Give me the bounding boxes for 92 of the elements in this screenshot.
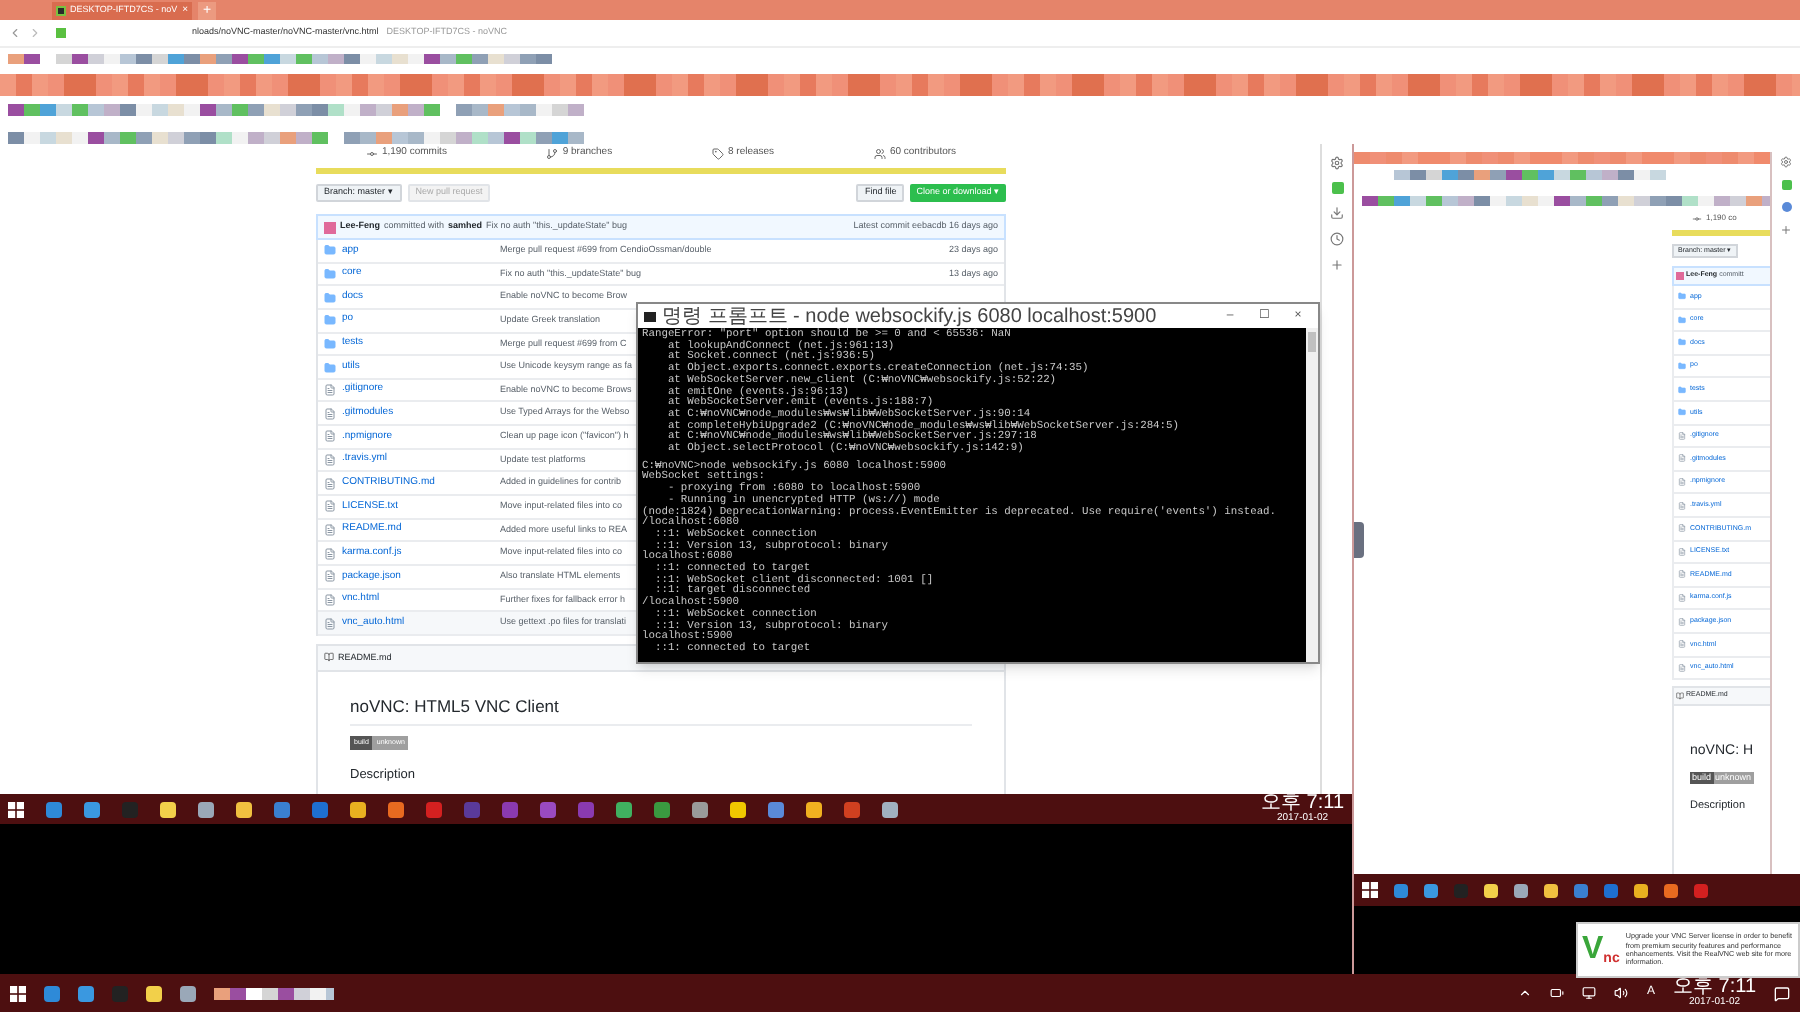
file-icon — [1678, 454, 1686, 463]
branch-icon — [546, 148, 559, 160]
commit-icon — [1692, 213, 1702, 223]
app-icon[interactable] — [46, 801, 62, 817]
window-title: 명령 프롬프트 - node websockify.js 6080 localhost:5900 — [662, 305, 1157, 327]
add-panel-icon[interactable] — [1780, 224, 1792, 236]
app-icon[interactable] — [350, 801, 366, 817]
file-icon — [1678, 617, 1686, 626]
history-icon[interactable] — [1330, 232, 1344, 246]
file-icon — [1678, 640, 1686, 649]
folder-icon — [1678, 292, 1686, 301]
app-icon[interactable] — [84, 801, 100, 817]
app-icon[interactable] — [1634, 883, 1648, 897]
battery-icon[interactable] — [1550, 986, 1565, 1000]
avatar-icon — [324, 221, 336, 233]
commit-icon — [365, 148, 378, 160]
avatar-icon — [1676, 272, 1684, 280]
app-icon[interactable] — [1394, 883, 1408, 897]
file-icon — [1678, 431, 1686, 440]
folder-icon — [1678, 315, 1686, 324]
file-icon — [1678, 663, 1686, 672]
file-icon — [324, 477, 336, 490]
folder-icon — [1678, 408, 1686, 417]
pixelated-taskbar-drawing — [214, 987, 334, 999]
people-icon — [873, 148, 886, 160]
windows-start-icon[interactable] — [1362, 882, 1378, 898]
tag-icon — [711, 148, 724, 160]
file-icon — [324, 384, 336, 397]
app-icon[interactable] — [198, 801, 214, 817]
folder-icon — [324, 291, 336, 304]
panel-handle[interactable] — [1354, 522, 1364, 558]
site-icon — [56, 28, 66, 38]
app-icon[interactable] — [44, 985, 60, 1001]
app-icon[interactable] — [160, 801, 176, 817]
folder-icon — [1678, 338, 1686, 347]
file-icon — [1678, 524, 1686, 533]
volume-icon[interactable] — [1614, 986, 1629, 1000]
app-icon[interactable] — [692, 801, 708, 817]
folder-icon — [324, 361, 336, 374]
app-icon[interactable] — [388, 801, 404, 817]
book-icon — [324, 652, 334, 663]
file-icon — [324, 570, 336, 583]
terminal-favicon-icon — [56, 6, 66, 16]
folder-icon — [324, 337, 336, 350]
windows-start-icon[interactable] — [8, 801, 24, 817]
file-icon — [324, 593, 336, 606]
app-icon[interactable] — [616, 801, 632, 817]
app-icon[interactable] — [1544, 883, 1558, 897]
windows-start-icon[interactable] — [10, 985, 26, 1001]
settings-icon[interactable] — [1330, 156, 1344, 170]
file-icon — [1678, 570, 1686, 579]
file-icon — [324, 454, 336, 467]
file-icon — [1678, 547, 1686, 556]
sidebar-app-icon[interactable] — [1781, 180, 1791, 190]
file-icon — [324, 547, 336, 560]
settings-icon[interactable] — [1780, 156, 1792, 168]
sidebar-app-icon[interactable] — [1331, 182, 1343, 194]
file-icon — [324, 524, 336, 536]
app-icon[interactable] — [1424, 883, 1438, 897]
folder-icon — [1678, 385, 1686, 394]
file-icon — [324, 500, 336, 513]
folder-icon — [1678, 362, 1686, 371]
app-icon[interactable] — [1664, 883, 1678, 897]
app-icon[interactable] — [806, 801, 822, 817]
download-icon[interactable] — [1330, 206, 1344, 220]
file-icon — [324, 430, 336, 443]
terminal-icon — [644, 311, 656, 321]
file-icon — [1678, 501, 1686, 510]
file-icon — [324, 407, 336, 420]
scrollbar-thumb[interactable] — [1308, 332, 1316, 352]
book-icon — [1676, 692, 1684, 701]
sidebar-app-icon[interactable] — [1781, 202, 1791, 212]
app-icon[interactable] — [78, 985, 94, 1001]
app-icon[interactable] — [180, 985, 196, 1001]
app-icon[interactable] — [1484, 883, 1498, 897]
app-icon[interactable] — [654, 801, 670, 817]
folder-icon — [324, 267, 336, 280]
notifications-icon[interactable] — [1774, 985, 1790, 1001]
app-icon[interactable] — [768, 801, 784, 817]
app-icon[interactable] — [1514, 883, 1528, 897]
app-icon[interactable] — [882, 801, 898, 817]
tray-expand-icon[interactable] — [1518, 986, 1533, 1000]
file-icon — [1678, 594, 1686, 603]
readme-heading: noVNC: HTML5 VNC Client — [350, 693, 972, 726]
back-icon[interactable] — [8, 26, 22, 40]
app-icon[interactable] — [146, 985, 162, 1001]
file-icon — [324, 617, 336, 630]
folder-icon — [324, 244, 336, 257]
folder-icon — [324, 314, 336, 327]
app-icon[interactable] — [236, 801, 252, 817]
app-icon[interactable] — [730, 801, 746, 817]
file-icon — [1678, 478, 1686, 487]
